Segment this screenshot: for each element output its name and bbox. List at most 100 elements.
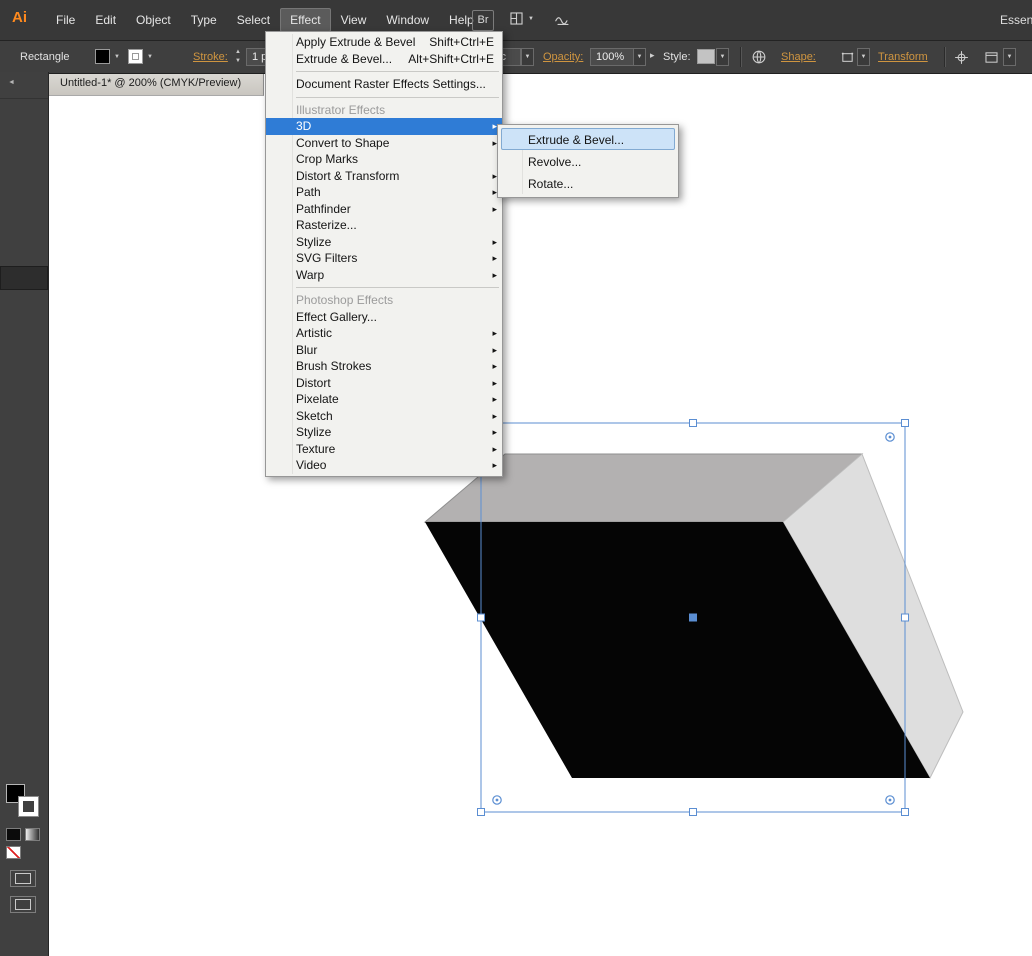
gradient-mode-button[interactable]	[25, 828, 40, 841]
menu-item-sketch[interactable]: Sketch▸	[266, 408, 502, 425]
menu-item-texture[interactable]: Texture▸	[266, 441, 502, 458]
submenu-item-revolve[interactable]: Revolve...	[501, 150, 675, 172]
stepper-up-icon[interactable]: ▲	[233, 48, 243, 57]
artboard-tool[interactable]	[0, 674, 48, 698]
none-mode-button[interactable]	[6, 846, 21, 859]
panel-chevron-down-icon[interactable]: ▼	[1003, 48, 1016, 66]
gradient-tool[interactable]	[0, 554, 48, 578]
menu-item-artistic[interactable]: Artistic▸	[266, 325, 502, 342]
selection-handle-w[interactable]	[478, 614, 485, 621]
eraser-tool[interactable]	[0, 362, 48, 386]
menu-item-video[interactable]: Video▸	[266, 457, 502, 474]
submenu-item-extrude-bevel[interactable]: Extrude & Bevel...	[501, 128, 675, 150]
style-swatch[interactable]	[697, 49, 715, 64]
menubar-item-type[interactable]: Type	[181, 8, 227, 32]
menubar-item-view[interactable]: View	[331, 8, 377, 32]
collapse-panel-icon[interactable]: ◄	[8, 79, 15, 86]
menubar-item-object[interactable]: Object	[126, 8, 181, 32]
menu-item-stylize[interactable]: Stylize▸	[266, 424, 502, 441]
slice-tool[interactable]	[0, 698, 48, 722]
menu-item-3d[interactable]: 3D▸	[266, 118, 502, 135]
menu-item-distort-transform[interactable]: Distort & Transform▸	[266, 168, 502, 185]
type-tool[interactable]	[0, 218, 48, 242]
stroke-color-swatch[interactable]	[128, 49, 143, 64]
stroke-indicator-swatch[interactable]	[19, 797, 38, 816]
menu-item-convert-to-shape[interactable]: Convert to Shape▸	[266, 135, 502, 152]
perspective-grid-tool[interactable]	[0, 506, 48, 530]
transform-panel-link[interactable]: Transform	[878, 51, 928, 63]
stroke-weight-stepper[interactable]: ▲▼	[233, 48, 243, 66]
menubar-item-file[interactable]: File	[46, 8, 85, 32]
cs-live-button[interactable]	[553, 10, 573, 31]
selection-handle-se[interactable]	[902, 809, 909, 816]
menubar-item-effect[interactable]: Effect	[280, 8, 330, 32]
menubar-item-edit[interactable]: Edit	[85, 8, 126, 32]
menu-item-pathfinder[interactable]: Pathfinder▸	[266, 201, 502, 218]
menu-item-warp[interactable]: Warp▸	[266, 267, 502, 284]
arrange-documents-button[interactable]: ▼	[508, 10, 534, 27]
fill-chevron-down-icon[interactable]: ▼	[114, 54, 120, 60]
paintbrush-tool[interactable]	[0, 290, 48, 314]
recolor-artwork-button[interactable]	[748, 47, 770, 67]
stroke-chevron-down-icon[interactable]: ▼	[147, 54, 153, 60]
app-logo-icon[interactable]: Ai	[12, 9, 27, 26]
mesh-tool[interactable]	[0, 530, 48, 554]
stepper-down-icon[interactable]: ▼	[233, 57, 243, 66]
menu-item-distort[interactable]: Distort▸	[266, 375, 502, 392]
selection-handle-sw[interactable]	[478, 809, 485, 816]
selection-handle-s[interactable]	[690, 809, 697, 816]
width-tool[interactable]	[0, 434, 48, 458]
menu-item-blur[interactable]: Blur▸	[266, 342, 502, 359]
menu-item-extrude-bevel[interactable]: Extrude & Bevel...Alt+Shift+Ctrl+E	[266, 51, 502, 68]
pen-tool[interactable]	[0, 194, 48, 218]
submenu-item-rotate[interactable]: Rotate...	[501, 172, 675, 194]
bridge-button[interactable]: Br	[472, 10, 494, 31]
scale-tool[interactable]	[0, 410, 48, 434]
opacity-field[interactable]: 100%	[590, 48, 634, 66]
selection-center-point[interactable]	[690, 614, 697, 621]
line-segment-tool[interactable]	[0, 242, 48, 266]
opacity-slider-arrow-icon[interactable]: ▸	[650, 50, 655, 61]
rectangle-tool[interactable]	[0, 266, 48, 290]
shape-options-button[interactable]	[836, 47, 858, 67]
zoom-tool[interactable]	[0, 746, 48, 770]
menu-item-brush-strokes[interactable]: Brush Strokes▸	[266, 358, 502, 375]
blob-brush-tool[interactable]	[0, 338, 48, 362]
selection-tool[interactable]	[0, 98, 48, 122]
opacity-panel-link[interactable]: Opacity:	[543, 51, 583, 63]
symbol-sprayer-tool[interactable]	[0, 626, 48, 650]
draw-normal-mode-button[interactable]	[10, 870, 36, 887]
blend-tool[interactable]	[0, 602, 48, 626]
direct-selection-tool[interactable]	[0, 122, 48, 146]
shape-panel-link[interactable]: Shape:	[781, 51, 816, 63]
magic-wand-tool[interactable]	[0, 146, 48, 170]
hand-tool[interactable]	[0, 722, 48, 746]
menu-item-path[interactable]: Path▸	[266, 184, 502, 201]
menubar-item-select[interactable]: Select	[227, 8, 280, 32]
panel-menu-button[interactable]	[980, 47, 1002, 67]
free-transform-tool[interactable]	[0, 458, 48, 482]
brush-chevron-down-icon[interactable]: ▼	[521, 48, 534, 66]
column-graph-tool[interactable]	[0, 650, 48, 674]
menu-item-crop-marks[interactable]: Crop Marks	[266, 151, 502, 168]
selection-handle-n[interactable]	[690, 420, 697, 427]
pencil-tool[interactable]	[0, 314, 48, 338]
shape-builder-tool[interactable]	[0, 482, 48, 506]
menu-item-pixelate[interactable]: Pixelate▸	[266, 391, 502, 408]
fill-color-swatch[interactable]	[95, 49, 110, 64]
color-mode-button[interactable]	[6, 828, 21, 841]
shape-chevron-down-icon[interactable]: ▼	[857, 48, 870, 66]
screen-mode-button[interactable]	[10, 896, 36, 913]
menu-item-stylize[interactable]: Stylize▸	[266, 234, 502, 251]
menu-item-rasterize[interactable]: Rasterize...	[266, 217, 502, 234]
menu-item-apply-extrude-bevel[interactable]: Apply Extrude & BevelShift+Ctrl+E	[266, 34, 502, 51]
menu-item-effect-gallery[interactable]: Effect Gallery...	[266, 309, 502, 326]
eyedropper-tool[interactable]	[0, 578, 48, 602]
rotate-tool[interactable]	[0, 386, 48, 410]
align-target-button[interactable]	[950, 47, 972, 67]
menu-item-svg-filters[interactable]: SVG Filters▸	[266, 250, 502, 267]
document-tab[interactable]: Untitled-1* @ 200% (CMYK/Preview)	[48, 72, 264, 96]
selection-handle-e[interactable]	[902, 614, 909, 621]
opacity-chevron-down-icon[interactable]: ▼	[633, 48, 646, 66]
menubar-item-window[interactable]: Window	[376, 8, 439, 32]
